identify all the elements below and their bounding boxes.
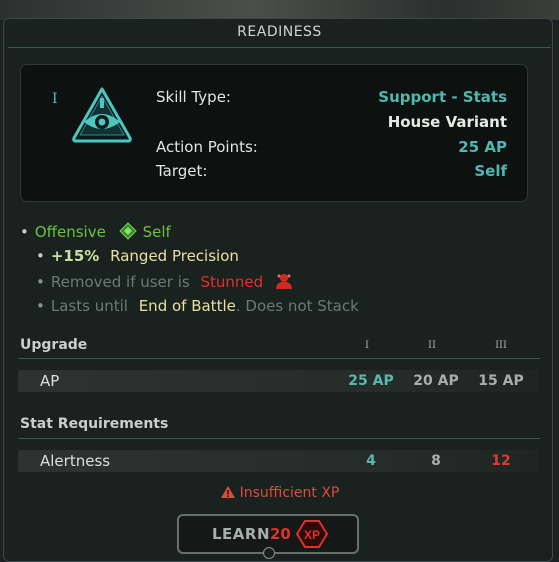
- eye-triangle-icon: [72, 87, 132, 143]
- xp-badge-label: XP: [304, 528, 320, 542]
- green-diamond-icon: [118, 222, 137, 240]
- ap-tier-3-value: 15 AP: [478, 373, 524, 389]
- lasts-value: End of Battle: [138, 297, 236, 315]
- stat-requirements-header: Stat Requirements: [20, 416, 169, 432]
- learn-button-label: LEARN: [212, 525, 271, 543]
- effect-removed-row: • Removed if user is Stunned: [36, 272, 294, 291]
- action-points-value: 25 AP: [458, 138, 507, 156]
- bonus-value: +15%: [50, 247, 100, 265]
- ap-tier-1-value: 25 AP: [348, 373, 394, 389]
- warning-text: Insufficient XP: [239, 485, 340, 501]
- xp-badge-icon: XP: [296, 520, 328, 548]
- warning-triangle-icon: [220, 486, 235, 498]
- lasts-prefix: Lasts until: [50, 297, 128, 315]
- offensive-text: Offensive: [34, 223, 106, 241]
- ap-row-label: AP: [40, 372, 60, 390]
- lasts-suffix: . Does not Stack: [235, 297, 359, 315]
- bonus-name: Ranged Precision: [110, 247, 239, 265]
- action-points-label: Action Points:: [156, 138, 258, 156]
- removed-prefix: Removed if user is: [50, 273, 190, 291]
- alertness-tier-2-value: 8: [431, 453, 441, 469]
- learn-cost-value: 20: [270, 525, 291, 543]
- skill-tier-numeral: I: [52, 91, 58, 107]
- effect-offensive-row: • Offensive Self: [20, 222, 171, 241]
- alertness-tier-1-value: 4: [366, 453, 376, 469]
- effect-duration-row: • Lasts until End of Battle. Does not Sta…: [36, 297, 359, 315]
- upgrade-divider: [18, 358, 540, 359]
- alertness-label: Alertness: [40, 452, 111, 470]
- stunned-status: Stunned: [200, 273, 264, 291]
- insufficient-xp-warning: Insufficient XP: [0, 485, 559, 501]
- target-label: Target:: [156, 162, 208, 180]
- tier-3-heading: III: [495, 340, 507, 351]
- upgrade-header: Upgrade: [20, 337, 88, 353]
- ap-tier-2-value: 20 AP: [413, 373, 459, 389]
- skill-type-value: Support - Stats: [378, 88, 507, 106]
- tier-2-heading: II: [428, 340, 436, 351]
- title-divider: [8, 47, 551, 48]
- effect-bonus-row: • +15% Ranged Precision: [36, 247, 239, 265]
- panel-title: READINESS: [237, 24, 322, 40]
- target-value: Self: [474, 162, 507, 180]
- skill-type-label: Skill Type:: [156, 88, 231, 106]
- background-strip: [0, 0, 559, 20]
- tier-1-heading: I: [365, 340, 369, 351]
- button-indicator-icon: [263, 547, 275, 559]
- alertness-tier-3-value: 12: [491, 453, 511, 469]
- offensive-target-text: Self: [142, 223, 171, 241]
- red-stun-icon: [275, 274, 292, 289]
- skill-variant-value: House Variant: [387, 113, 507, 131]
- requirements-divider: [18, 438, 540, 439]
